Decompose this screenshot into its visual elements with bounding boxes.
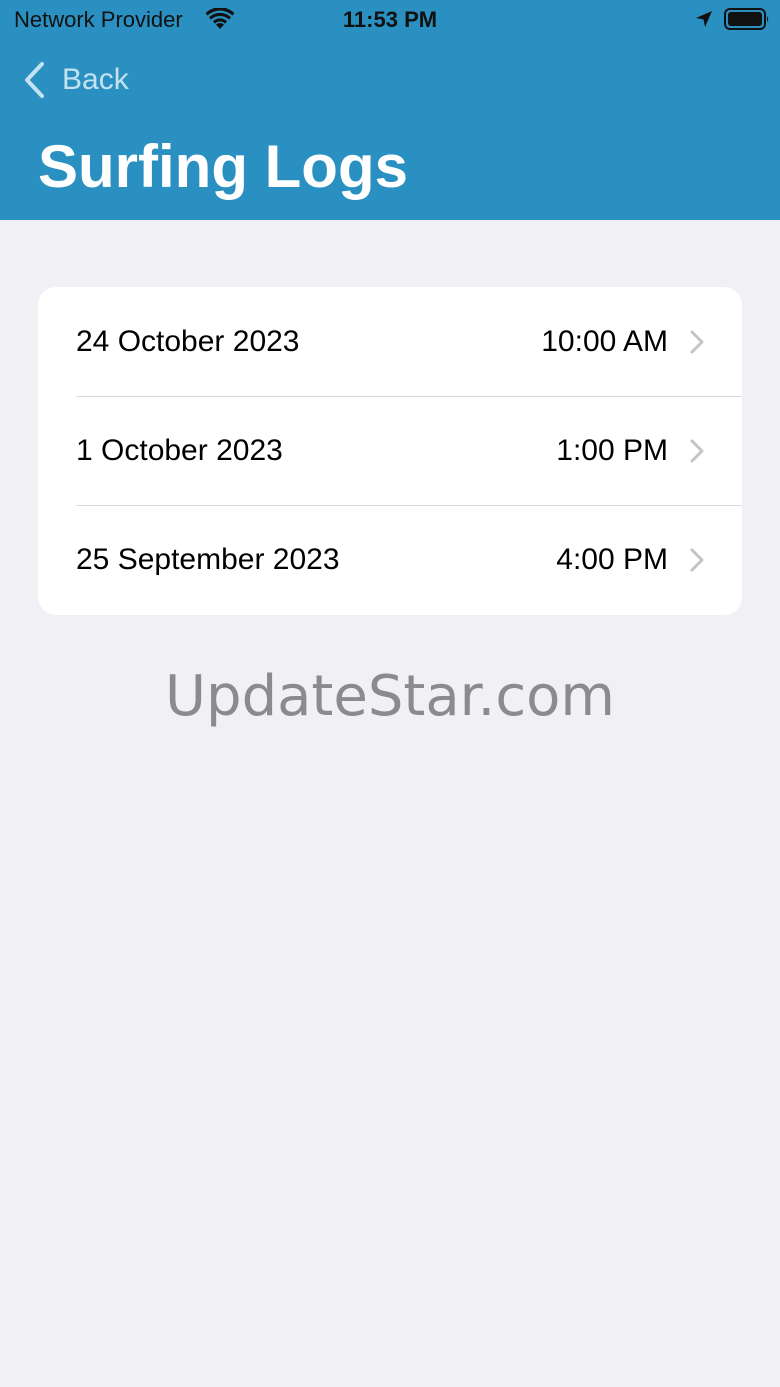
log-row[interactable]: 24 October 2023 10:00 AM bbox=[38, 287, 742, 396]
clock-label: 11:53 PM bbox=[342, 7, 438, 32]
chevron-right-icon bbox=[690, 330, 704, 354]
status-bar: Network Provider 11:53 PM bbox=[0, 0, 780, 40]
chevron-left-icon bbox=[25, 62, 44, 98]
location-arrow-icon bbox=[696, 11, 712, 27]
log-time: 1:00 PM bbox=[556, 434, 668, 467]
chevron-right-icon bbox=[690, 548, 704, 572]
chevron-right-icon bbox=[690, 439, 704, 463]
navigation-header: Network Provider 11:53 PM Back Surfing L… bbox=[0, 0, 780, 220]
battery-icon bbox=[724, 8, 769, 30]
back-label: Back bbox=[62, 63, 129, 96]
back-button[interactable]: Back bbox=[22, 58, 129, 102]
log-time: 4:00 PM bbox=[556, 543, 668, 576]
log-date: 24 October 2023 bbox=[76, 325, 300, 358]
log-row[interactable]: 25 September 2023 4:00 PM bbox=[38, 505, 742, 614]
log-date: 1 October 2023 bbox=[76, 434, 283, 467]
log-date: 25 September 2023 bbox=[76, 543, 340, 576]
page-title: Surfing Logs bbox=[38, 133, 408, 200]
log-row[interactable]: 1 October 2023 1:00 PM bbox=[38, 396, 742, 505]
log-time: 10:00 AM bbox=[541, 325, 668, 358]
surfing-log-list: 24 October 2023 10:00 AM 1 October 2023 … bbox=[38, 287, 742, 615]
watermark: UpdateStar.com bbox=[165, 664, 615, 729]
